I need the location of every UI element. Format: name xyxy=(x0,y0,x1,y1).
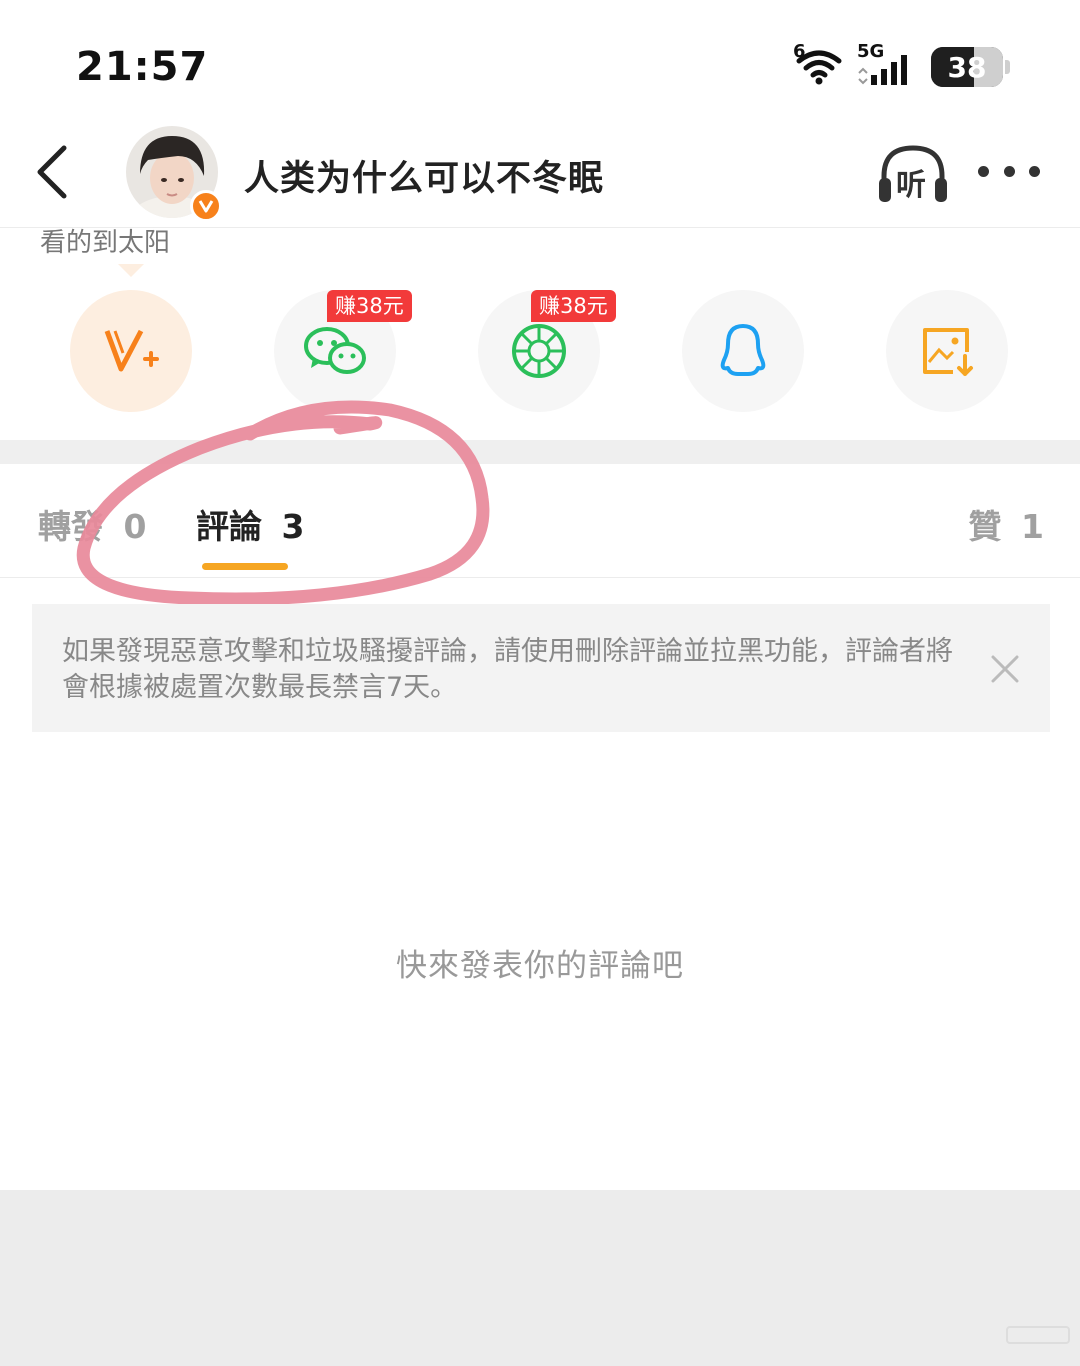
chevron-left-icon xyxy=(37,145,67,199)
tab-comment-count: 3 xyxy=(281,507,305,546)
status-time: 21:57 xyxy=(76,44,209,90)
battery-level: 38 xyxy=(947,50,987,84)
listen-button[interactable]: 听 xyxy=(876,142,950,206)
share-qq-button[interactable] xyxy=(682,290,804,412)
qq-icon xyxy=(720,324,766,376)
tab-repost-count: 0 xyxy=(123,507,147,546)
tab-repost-label: 轉發 xyxy=(38,507,104,546)
empty-comments-text: 快來發表你的評論吧 xyxy=(396,948,684,984)
tabs-divider xyxy=(0,577,1080,578)
tooltip-caret xyxy=(118,264,144,277)
notice-close-button[interactable] xyxy=(990,654,1020,684)
wifi-icon: 6 xyxy=(793,41,845,87)
post-title: 人类为什么可以不冬眠 xyxy=(244,159,605,199)
verified-badge-icon xyxy=(190,190,222,222)
battery-tip xyxy=(1005,60,1010,74)
vip-plus-icon xyxy=(104,329,159,372)
bottom-area xyxy=(0,1190,1080,1366)
moments-earn-badge: 赚38元 xyxy=(531,290,616,322)
notice-text: 如果發現惡意攻擊和垃圾騷擾評論，請使用刪除評論並拉黑功能，評論者將會根據被處置次… xyxy=(62,636,953,703)
battery-indicator: 38 xyxy=(931,47,1003,87)
tab-repost[interactable]: 轉發 0 xyxy=(38,500,146,548)
wifi-badge: 6 xyxy=(793,41,806,62)
listen-label: 听 xyxy=(896,168,926,203)
tooltip-text: 看的到太阳 xyxy=(40,228,171,258)
moments-icon xyxy=(512,324,566,378)
share-vip-button[interactable] xyxy=(70,290,192,412)
post-detail-screen: 21:57 6 5G 38 人类为什么可以不冬眠 听 看的到太阳 赚38元 赚3… xyxy=(0,0,1080,1366)
top-nav-bar: 人类为什么可以不冬眠 听 xyxy=(0,120,1080,228)
wechat-earn-badge: 赚38元 xyxy=(327,290,412,322)
home-indicator xyxy=(1006,1326,1070,1344)
section-divider xyxy=(0,440,1080,464)
save-image-button[interactable] xyxy=(886,290,1008,412)
tab-like-label: 贊 xyxy=(968,507,1002,546)
save-image-icon xyxy=(923,328,973,376)
cellular-icon: 5G xyxy=(857,41,919,87)
wechat-icon xyxy=(304,327,366,374)
back-button[interactable] xyxy=(30,142,80,202)
tab-like-count: 1 xyxy=(1021,507,1044,546)
author-avatar[interactable] xyxy=(126,126,222,222)
active-tab-indicator xyxy=(202,563,288,570)
tab-comment[interactable]: 評論 3 xyxy=(196,500,304,548)
tab-like[interactable]: 贊 1 xyxy=(969,500,1044,548)
more-button[interactable] xyxy=(978,156,1040,186)
tab-comment-label: 評論 xyxy=(196,507,262,546)
close-icon xyxy=(991,655,1019,683)
moderation-notice: 如果發現惡意攻擊和垃圾騷擾評論，請使用刪除評論並拉黑功能，評論者將會根據被處置次… xyxy=(32,604,1050,732)
status-icons: 6 5G 38 xyxy=(793,41,1010,90)
more-dots-icon xyxy=(978,165,989,177)
